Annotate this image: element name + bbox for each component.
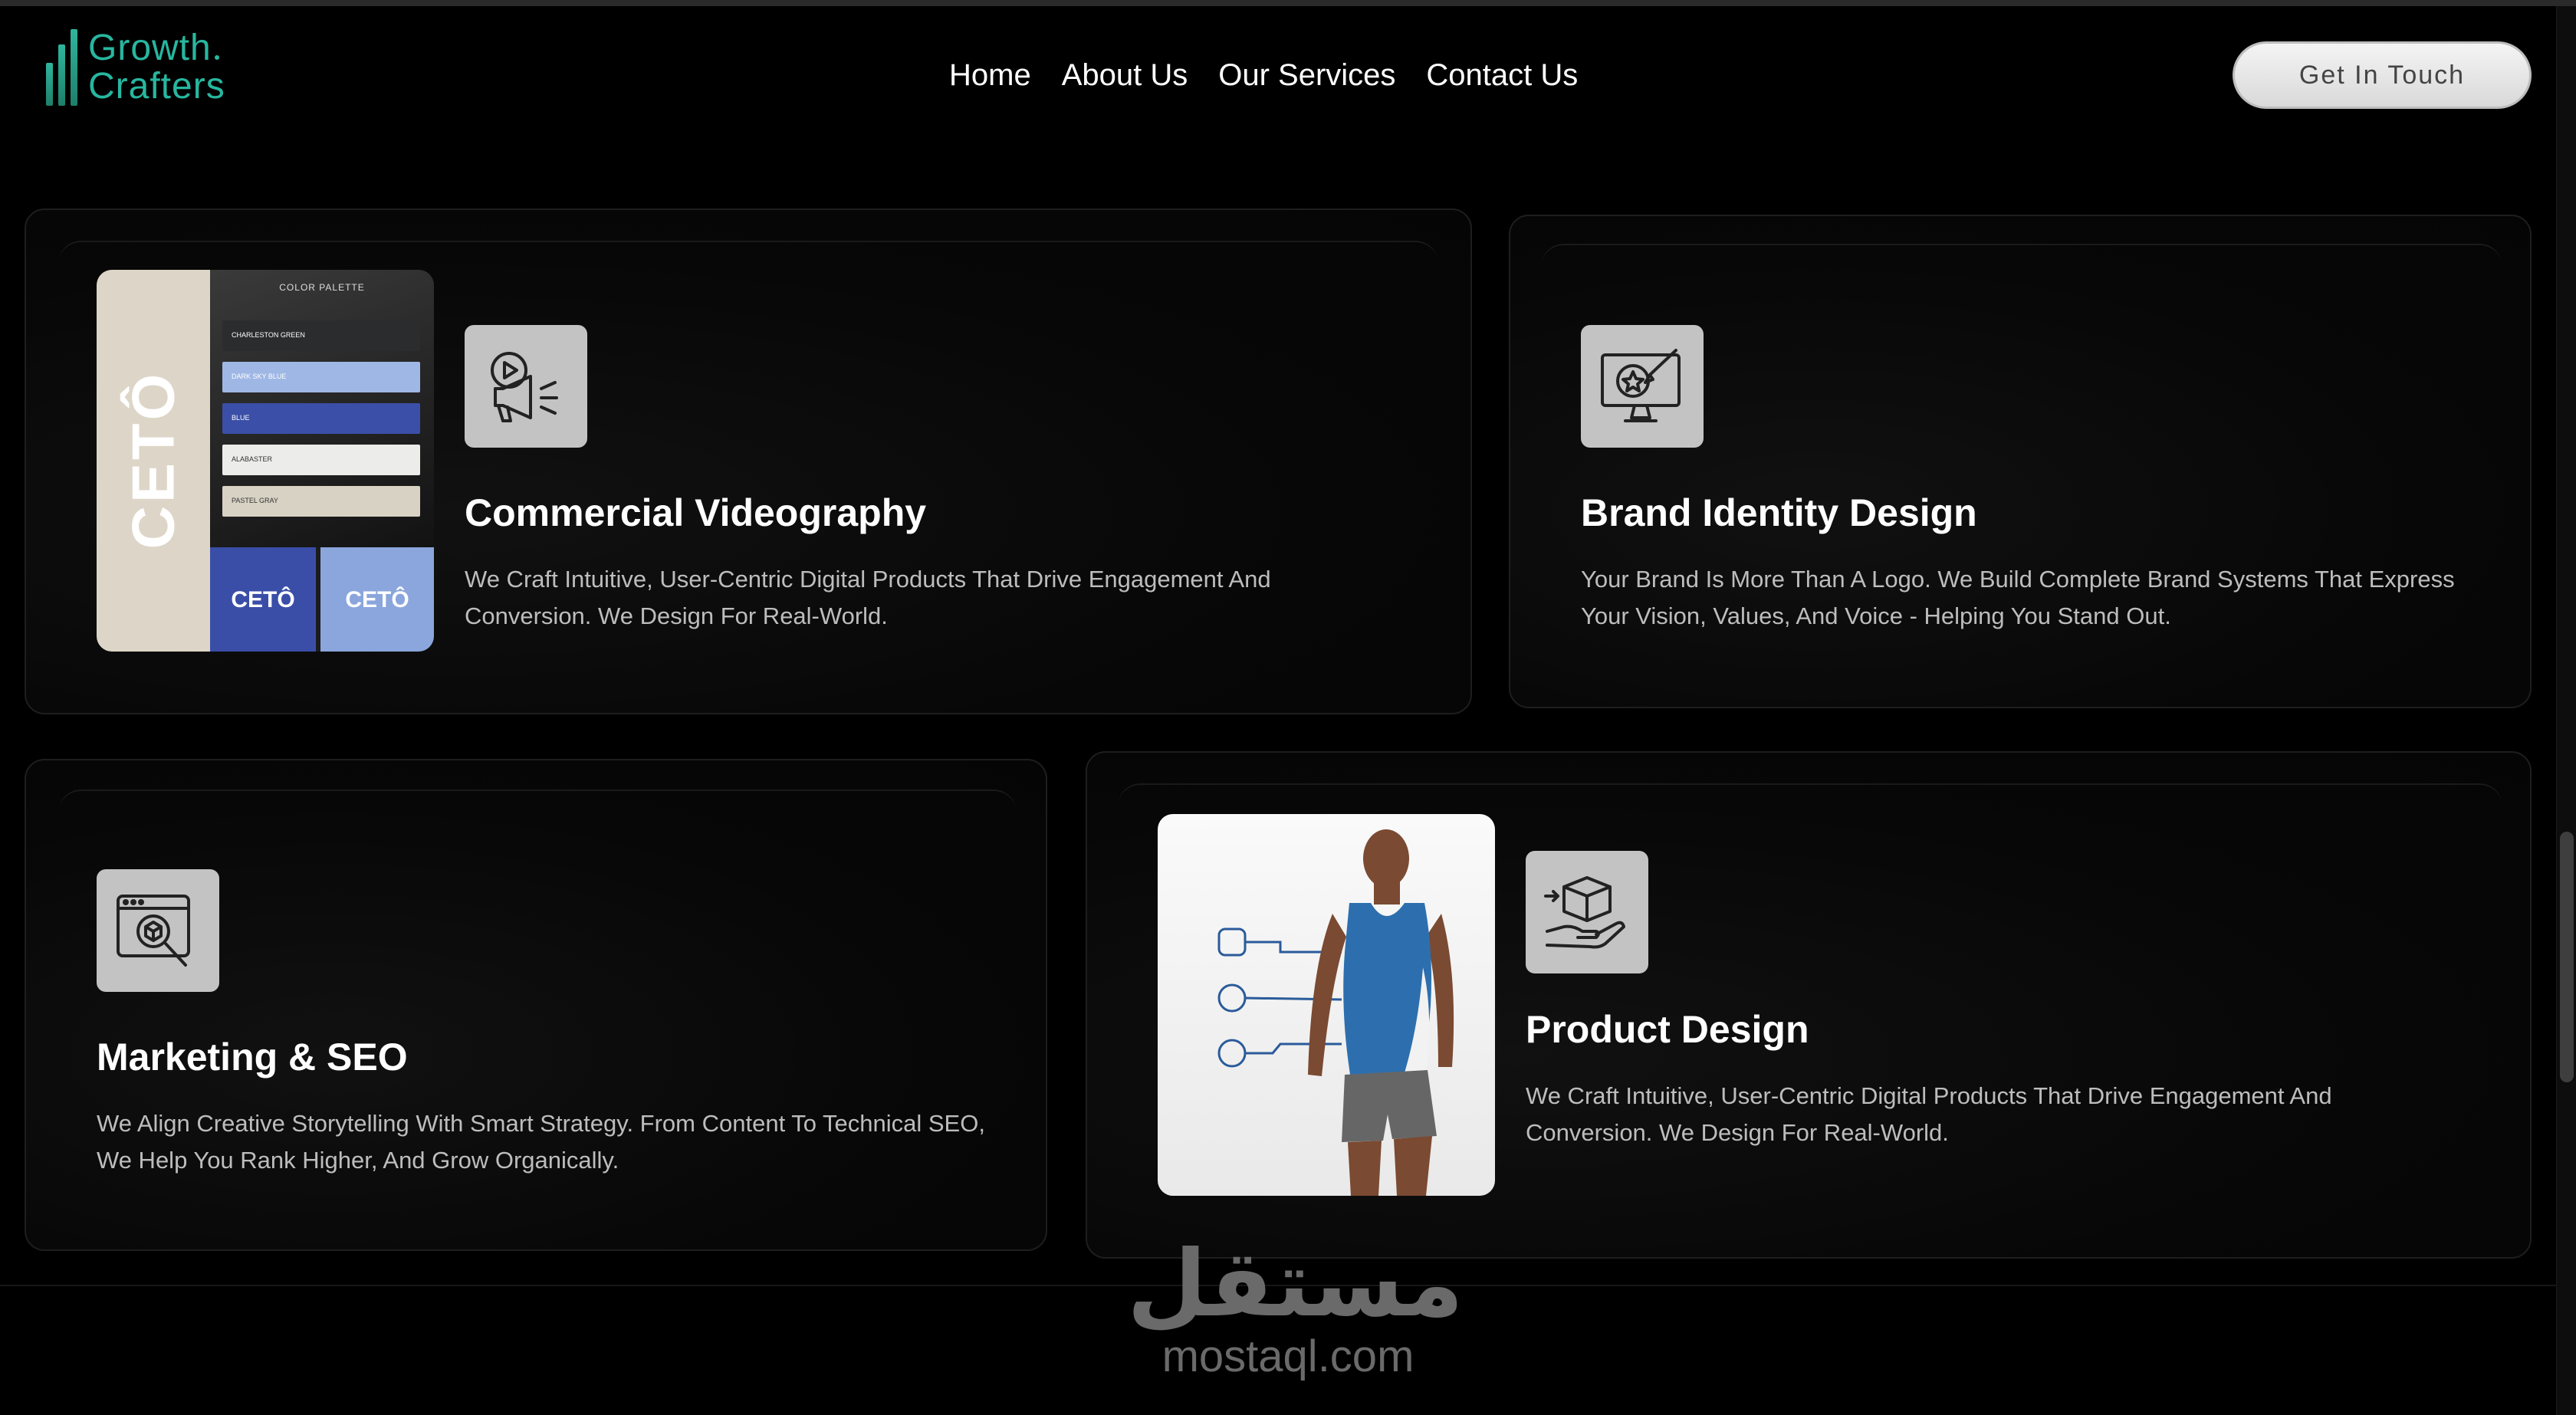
card-inner-border [1541, 244, 2502, 267]
window-top-border [0, 0, 2576, 6]
megaphone-play-icon [465, 325, 587, 448]
get-in-touch-button[interactable]: Get In Touch [2233, 41, 2532, 109]
card-title: Brand Identity Design [1581, 491, 1977, 534]
logo-text-line2: Crafters [88, 66, 225, 107]
hand-box-icon [1526, 851, 1648, 973]
watermark-latin: mostaql.com [1162, 1331, 1414, 1381]
scrollbar-thumb[interactable] [2560, 832, 2574, 1082]
card-description: We Align Creative Storytelling With Smar… [97, 1110, 985, 1174]
palette-title: COLOR PALETTE [279, 282, 365, 293]
watermark-arabic: مستقل [1127, 1231, 1464, 1338]
card-title: Commercial Videography [465, 491, 927, 534]
card-description: Your Brand Is More Than A Logo. We Build… [1581, 566, 2455, 629]
nav-contact-us[interactable]: Contact Us [1426, 54, 1578, 97]
browser-search-icon [97, 869, 219, 992]
ceto-brand-thumbnail: CETÔ COLOR PALETTE CHARLESTON GREEN DARK… [97, 270, 434, 652]
page-scrollbar[interactable] [2556, 6, 2576, 1415]
swatch-pastel-gray: PASTEL GRAY [222, 486, 420, 517]
main-nav: Home About Us Our Services Contact Us [949, 54, 1578, 97]
logo-bars-icon [46, 29, 77, 106]
card-inner-border [58, 241, 1438, 264]
swatch-charleston-green: CHARLESTON GREEN [222, 320, 420, 351]
brand-logo[interactable]: Growth Crafters [46, 28, 225, 107]
swatch-alabaster: ALABASTER [222, 445, 420, 475]
nav-home[interactable]: Home [949, 54, 1031, 97]
card-description: We Craft Intuitive, User-Centric Digital… [1526, 1082, 2332, 1146]
logo-text-line1: Growth [88, 29, 225, 67]
service-card-commercial-videography[interactable]: CETÔ COLOR PALETTE CHARLESTON GREEN DARK… [25, 208, 1472, 714]
ceto-logo-light-blue: CETÔ [320, 547, 434, 652]
service-card-marketing-seo[interactable]: Marketing & SEO We Align Creative Storyt… [25, 759, 1047, 1251]
ceto-vertical-logo: CETÔ [119, 370, 187, 550]
product-tank-top-thumbnail [1158, 814, 1495, 1196]
swatch-dark-sky-blue: DARK SKY BLUE [222, 362, 420, 392]
service-card-product-design[interactable]: Product Design We Craft Intuitive, User-… [1086, 751, 2532, 1259]
nav-our-services[interactable]: Our Services [1218, 54, 1395, 97]
swatch-blue: BLUE [222, 403, 420, 434]
card-title: Marketing & SEO [97, 1036, 408, 1078]
card-inner-border [58, 790, 1017, 813]
card-description: We Craft Intuitive, User-Centric Digital… [465, 566, 1271, 629]
ceto-logo-blue: CETÔ [210, 547, 316, 652]
card-inner-border [1118, 783, 2502, 806]
monitor-brush-icon [1581, 325, 1704, 448]
service-card-brand-identity-design[interactable]: Brand Identity Design Your Brand Is More… [1509, 215, 2532, 708]
nav-about-us[interactable]: About Us [1062, 54, 1188, 97]
card-title: Product Design [1526, 1008, 1809, 1051]
